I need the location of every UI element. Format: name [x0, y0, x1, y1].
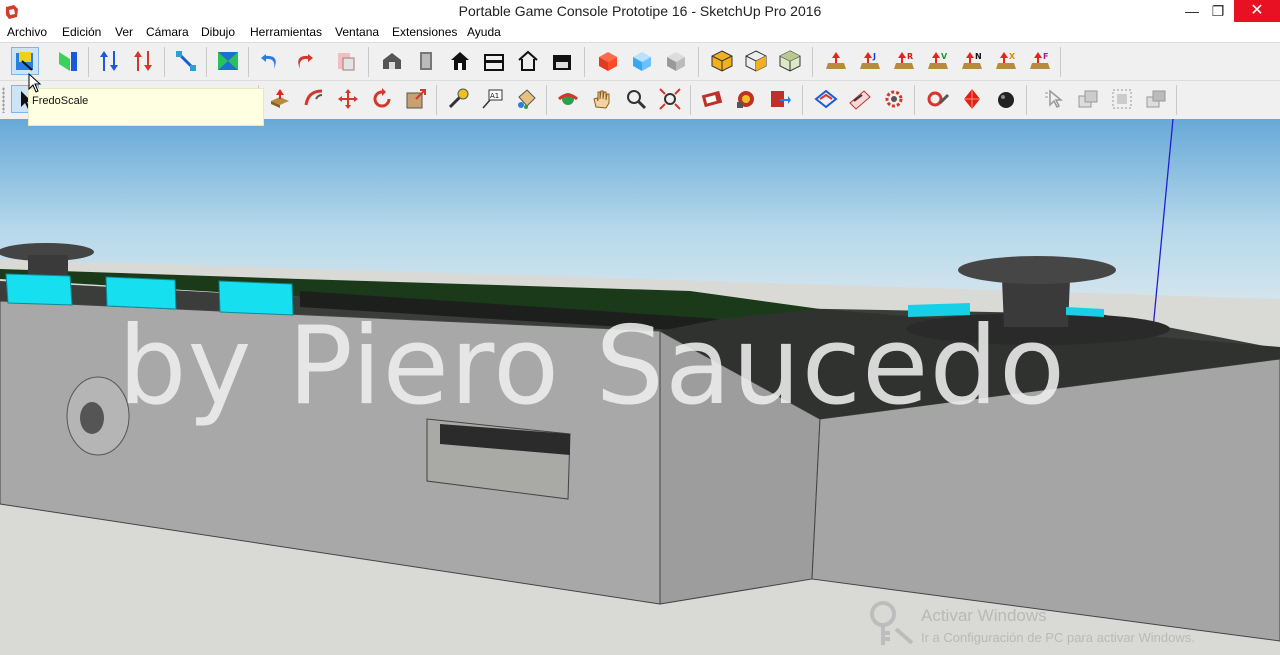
menu-bar: Archivo Edición Ver Cámara Dibujo Herram… — [0, 24, 1280, 42]
svg-text:F: F — [1043, 52, 1048, 61]
layers-icon[interactable] — [1142, 85, 1170, 113]
door-icon[interactable] — [412, 47, 440, 75]
menu-edicion[interactable]: Edición — [62, 25, 101, 39]
zoom-icon[interactable] — [622, 85, 650, 113]
window-title: Portable Game Console Prototipe 16 - Ske… — [458, 3, 822, 19]
move-icon[interactable] — [334, 85, 362, 113]
model-info-icon[interactable] — [698, 85, 726, 113]
fredoscale-plane-icon[interactable] — [214, 47, 242, 75]
place-v-icon[interactable]: V — [924, 47, 952, 75]
menu-extensiones[interactable]: Extensiones — [392, 25, 457, 39]
components-icon[interactable] — [732, 85, 760, 113]
place-j-icon[interactable]: J — [856, 47, 884, 75]
solid-union-icon[interactable] — [708, 47, 736, 75]
place-r-icon[interactable]: R — [890, 47, 918, 75]
ruler-tool-icon[interactable] — [924, 85, 952, 113]
place-component-icon[interactable] — [822, 47, 850, 75]
settings-gear-icon[interactable] — [880, 85, 908, 113]
red-cube-icon[interactable] — [594, 47, 622, 75]
close-button[interactable]: ✕ — [1234, 0, 1280, 22]
menu-herramientas[interactable]: Herramientas — [250, 25, 322, 39]
activate-windows-title: Activar Windows — [921, 606, 1047, 625]
text-icon[interactable]: A1 — [478, 85, 506, 113]
group-icon[interactable] — [1108, 85, 1136, 113]
menu-camara[interactable]: Cámara — [146, 25, 189, 39]
svg-text:R: R — [907, 52, 913, 61]
minimize-button[interactable]: — — [1178, 0, 1206, 22]
svg-text:V: V — [941, 52, 948, 61]
solid-intersect-icon[interactable] — [776, 47, 804, 75]
fredoscale-stretch-icon[interactable] — [96, 47, 124, 75]
orbit-icon[interactable] — [554, 85, 582, 113]
menu-archivo[interactable]: Archivo — [7, 25, 47, 39]
push-pull-icon[interactable] — [266, 85, 294, 113]
paste-icon[interactable] — [332, 47, 360, 75]
svg-text:A1: A1 — [490, 92, 499, 100]
menu-ventana[interactable]: Ventana — [335, 25, 379, 39]
scale-icon[interactable] — [402, 85, 430, 113]
fredoscale-scale-icon[interactable] — [11, 47, 39, 75]
select-arrow-icon[interactable] — [1040, 85, 1068, 113]
activate-windows-subtitle: Ir a Configuración de PC para activar Wi… — [921, 630, 1195, 645]
menu-ayuda[interactable]: Ayuda — [467, 25, 501, 39]
rotate-icon[interactable] — [368, 85, 396, 113]
follow-me-icon[interactable] — [300, 85, 328, 113]
tooltip-text: FredoScale — [32, 95, 89, 107]
export-icon[interactable] — [766, 85, 794, 113]
cyan-button-1 — [5, 273, 73, 306]
intersect-faces-icon[interactable] — [1074, 85, 1102, 113]
pan-icon[interactable] — [588, 85, 616, 113]
place-f-icon[interactable]: F — [1026, 47, 1054, 75]
warehouse-icon[interactable] — [378, 47, 406, 75]
redo-icon[interactable] — [290, 47, 318, 75]
svg-text:N: N — [975, 52, 982, 61]
section-plane-icon[interactable] — [812, 85, 840, 113]
ruby-icon[interactable] — [958, 85, 986, 113]
house-icon[interactable] — [446, 47, 474, 75]
right-joystick — [958, 256, 1116, 284]
paint-bucket-icon[interactable] — [512, 85, 540, 113]
restore-button[interactable]: ❐ — [1204, 0, 1232, 22]
undo-icon[interactable] — [256, 47, 284, 75]
svg-text:J: J — [872, 52, 876, 61]
svg-text:X: X — [1009, 52, 1016, 61]
watermark-text: by Piero Saucedo — [118, 304, 1067, 429]
model-viewport[interactable]: by Piero Saucedo Activar Windows Ir a Co… — [0, 119, 1280, 655]
menu-ver[interactable]: Ver — [115, 25, 133, 39]
zoom-extents-icon[interactable] — [656, 85, 684, 113]
gray-cube-icon[interactable] — [662, 47, 690, 75]
toolbar-row-1: J R V N X F — [0, 42, 1280, 81]
solid-subtract-icon[interactable] — [742, 47, 770, 75]
fredoscale-diagonal-icon[interactable] — [172, 47, 200, 75]
house-outline-icon[interactable] — [480, 47, 508, 75]
place-x-icon[interactable]: X — [992, 47, 1020, 75]
mouse-cursor-icon — [28, 73, 42, 93]
place-n-icon[interactable]: N — [958, 47, 986, 75]
title-bar: Portable Game Console Prototipe 16 - Ske… — [0, 0, 1280, 24]
tooltip: FredoScale — [28, 88, 264, 126]
ball-icon[interactable] — [992, 85, 1020, 113]
menu-dibujo[interactable]: Dibujo — [201, 25, 235, 39]
fredoscale-twist-icon[interactable] — [130, 47, 158, 75]
shed-icon[interactable] — [548, 47, 576, 75]
fredoscale-taper-icon[interactable] — [54, 47, 82, 75]
section-display-icon[interactable] — [846, 85, 874, 113]
key-icon — [870, 601, 914, 645]
blue-cube-icon[interactable] — [628, 47, 656, 75]
tape-measure-icon[interactable] — [444, 85, 472, 113]
building-icon[interactable] — [514, 47, 542, 75]
